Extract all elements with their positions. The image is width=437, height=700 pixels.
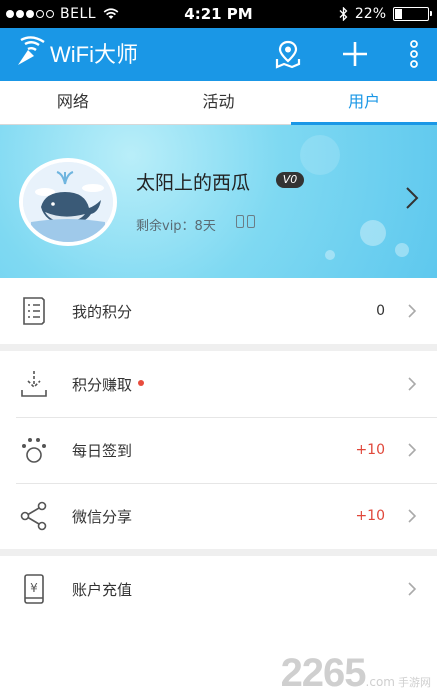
earn-points-label: 积分赚取 [72, 374, 145, 395]
more-icon[interactable] [399, 39, 429, 69]
watermark-number: 2265 [280, 651, 367, 695]
username: 太阳上的西瓜 [136, 172, 251, 194]
app-bar: WiFi大师 [0, 28, 437, 81]
app-logo: WiFi大师 [14, 36, 138, 70]
paw-icon [22, 438, 46, 463]
account-recharge-row[interactable]: ¥ 账户充值 [0, 556, 437, 622]
section-separator [0, 344, 437, 351]
bluetooth-icon [339, 7, 348, 21]
tab-bar: 网络 活动 用户 [0, 81, 437, 125]
wechat-share-value: +10 [355, 508, 385, 524]
daily-checkin-row[interactable]: 每日签到 +10 [0, 417, 437, 483]
app-title: WiFi大师 [50, 42, 138, 67]
chevron-right-icon [408, 509, 417, 523]
section-separator [0, 549, 437, 556]
chevron-right-icon [406, 187, 419, 209]
chevron-right-icon [408, 582, 417, 596]
wechat-share-row[interactable]: 微信分享 +10 [0, 483, 437, 549]
watermark-suffix: .com [365, 675, 395, 689]
tab-user[interactable]: 用户 [291, 81, 437, 125]
daily-checkin-value: +10 [355, 442, 385, 458]
wifi-master-logo-icon [18, 36, 45, 65]
decorative-bubble [300, 135, 340, 175]
decorative-bubble [325, 250, 335, 260]
wallet-phone-icon: ¥ [24, 574, 44, 604]
my-points-value: 0 [376, 303, 385, 319]
my-points-label: 我的积分 [72, 302, 133, 321]
decorative-bubble [395, 243, 409, 257]
whale-avatar-icon [23, 162, 113, 242]
profile-card[interactable]: 太阳上的西瓜 V0 剩余vip：8天 [0, 125, 437, 278]
status-bar: BELL 4:21 PM 22% [0, 0, 437, 28]
my-points-row[interactable]: 我的积分 0 [0, 278, 437, 344]
watermark-tag: 手游网 [398, 676, 431, 689]
earn-points-row[interactable]: 积分赚取 [0, 351, 437, 417]
share-icon [20, 501, 47, 531]
site-watermark: 2265 .com 手游网 [281, 651, 431, 696]
vip-remaining: 剩余vip：8天 [136, 219, 216, 234]
tab-network[interactable]: 网络 [0, 81, 146, 124]
daily-checkin-label: 每日签到 [72, 441, 133, 460]
earn-section: 积分赚取 每日签到 +10 微信分享 +10 [0, 351, 437, 549]
plus-icon[interactable] [340, 39, 370, 69]
account-recharge-label: 账户充值 [72, 580, 133, 599]
wechat-share-label: 微信分享 [72, 507, 133, 526]
map-pin-icon[interactable] [273, 39, 303, 69]
battery-level [395, 9, 403, 19]
device-icon [236, 215, 255, 228]
vip-level-badge: V0 [276, 172, 304, 188]
points-section: 我的积分 0 [0, 278, 437, 344]
avatar[interactable] [19, 158, 117, 246]
status-right: 22% [339, 0, 432, 28]
download-icon [21, 371, 47, 397]
battery-percent: 22% [354, 6, 386, 22]
recharge-section: ¥ 账户充值 [0, 556, 437, 622]
earn-points-text: 积分赚取 [72, 375, 133, 394]
chevron-right-icon [408, 304, 417, 318]
tab-activity[interactable]: 活动 [146, 81, 292, 124]
battery-icon [393, 7, 432, 21]
new-indicator-dot [138, 380, 145, 386]
points-list-icon [23, 297, 45, 325]
chevron-right-icon [408, 377, 417, 391]
currency-symbol: ¥ [30, 581, 38, 595]
chevron-right-icon [408, 443, 417, 457]
decorative-bubble [360, 220, 386, 246]
